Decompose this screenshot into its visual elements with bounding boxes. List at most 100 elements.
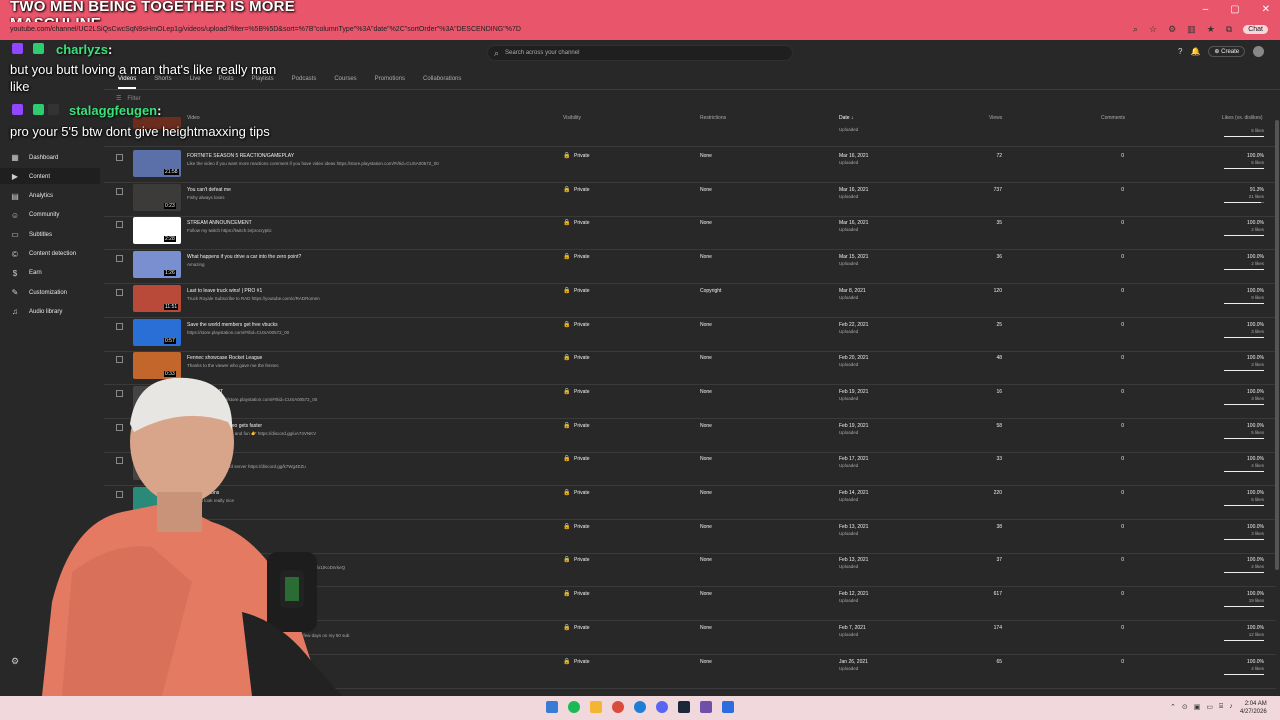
- visibility-value[interactable]: Private: [574, 423, 590, 429]
- create-button[interactable]: ⊕ Create: [1208, 46, 1246, 57]
- visibility-value[interactable]: Private: [574, 288, 590, 294]
- visibility-value[interactable]: Private: [574, 456, 590, 462]
- row-checkbox[interactable]: [116, 187, 123, 195]
- obs-icon[interactable]: [612, 701, 624, 713]
- likes-percent: 100.0%: [1247, 422, 1264, 429]
- chat-username-2: stalaggfeugen:: [69, 103, 162, 118]
- restrictions-value: None: [700, 321, 712, 328]
- sidebar-item-community[interactable]: ☺ Community: [10, 211, 59, 220]
- windows-start-icon[interactable]: [546, 701, 558, 713]
- visibility-value[interactable]: Private: [574, 220, 590, 226]
- collections-icon[interactable]: ⧉: [1226, 24, 1232, 35]
- row-checkbox[interactable]: [116, 221, 123, 229]
- zoom-icon[interactable]: ⌕: [1133, 24, 1138, 35]
- row-checkbox[interactable]: [116, 322, 123, 330]
- video-duration: 0:57: [164, 337, 176, 344]
- settings-gear-icon[interactable]: ⚙: [11, 656, 19, 667]
- visibility-value[interactable]: Private: [574, 187, 590, 193]
- likes-percent: 100.0%: [1247, 254, 1264, 261]
- clock[interactable]: 2:04 AM 4/27/2026: [1240, 700, 1267, 716]
- bell-icon[interactable]: 🔔: [1190, 47, 1200, 56]
- visibility-value[interactable]: Private: [574, 490, 590, 496]
- table-row[interactable]: 21:58 FORTNITE SEASON 5 REACTION/GAMEPLAY…: [104, 149, 1276, 183]
- sidebar-item-analytics[interactable]: ▤ Analytics: [10, 192, 53, 201]
- sidebar-item-audio-library[interactable]: ♫ Audio library: [10, 307, 62, 316]
- scrollbar[interactable]: [1275, 120, 1279, 570]
- row-checkbox[interactable]: [116, 154, 123, 161]
- edge-icon[interactable]: [634, 701, 646, 713]
- network-icon[interactable]: ⌸: [1219, 703, 1223, 711]
- video-title[interactable]: Fennec showcase Rocket League: [187, 355, 262, 361]
- favorites-icon[interactable]: ★: [1207, 24, 1215, 35]
- visual-studio-icon[interactable]: [700, 701, 712, 713]
- table-row[interactable]: 11:51 Last to leave truck wins! | PRO #1 T…: [104, 284, 1276, 318]
- like-ratio-fill: [1224, 269, 1264, 271]
- sidebar-icon: ☺: [10, 210, 20, 220]
- steam-icon[interactable]: [678, 701, 690, 713]
- display-icon[interactable]: ▭: [1206, 703, 1213, 711]
- row-checkbox[interactable]: [116, 288, 123, 296]
- likes-percent: 100.0%: [1247, 523, 1264, 530]
- filter-bar[interactable]: ☰ Filter: [116, 95, 141, 103]
- row-likes-count: 5 likes: [1251, 497, 1264, 502]
- app-icon[interactable]: [722, 701, 734, 713]
- row-likes-count: 19 likes: [1248, 598, 1264, 604]
- table-row-partial[interactable]: Uploaded 5 likes: [104, 117, 1276, 147]
- row-checkbox[interactable]: [116, 356, 123, 364]
- mic-icon[interactable]: ⊙: [1182, 703, 1188, 711]
- visibility-value[interactable]: Private: [574, 625, 590, 631]
- tab-collaborations[interactable]: Collaborations: [423, 76, 461, 89]
- row-likes-count: 4 likes: [1251, 665, 1264, 671]
- volume-icon[interactable]: ♪: [1229, 703, 1233, 711]
- chevron-up-icon[interactable]: ⌃: [1170, 703, 1176, 711]
- visibility-value[interactable]: Private: [574, 389, 590, 395]
- help-icon[interactable]: ?: [1178, 47, 1182, 56]
- sidebar-item-label: Dashboard: [29, 154, 59, 161]
- sidebar-item-subtitles[interactable]: ▭ Subtitles: [10, 230, 52, 239]
- split-icon[interactable]: ▥: [1187, 24, 1196, 35]
- sidebar-item-content[interactable]: ▶ Content: [10, 172, 50, 181]
- search-input[interactable]: ⌕ Search across your channel: [487, 45, 793, 61]
- avatar[interactable]: [1253, 46, 1265, 57]
- extensions-icon[interactable]: ⚙: [1168, 24, 1176, 35]
- file-explorer-icon[interactable]: [590, 701, 602, 713]
- sidebar-item-earn[interactable]: $ Earn: [10, 269, 42, 278]
- tab-courses[interactable]: Courses: [334, 76, 356, 89]
- video-title[interactable]: Save the world members get free vbucks: [187, 322, 278, 328]
- video-title[interactable]: FORTNITE SEASON 5 REACTION/GAMEPLAY: [187, 153, 294, 159]
- visibility-value[interactable]: Private: [574, 355, 590, 361]
- spotify-icon[interactable]: [568, 701, 580, 713]
- table-row[interactable]: 2:28 STREAM ANNOUNCEMENT Follow my twitch …: [104, 216, 1276, 251]
- like-ratio-fill: [1224, 538, 1264, 540]
- star-icon[interactable]: ☆: [1149, 24, 1157, 35]
- visibility-value[interactable]: Private: [574, 322, 590, 328]
- video-title[interactable]: STREAM ANNOUNCEMENT: [187, 220, 252, 226]
- visibility-value[interactable]: Private: [574, 254, 590, 260]
- table-row[interactable]: 0:57 Save the world members get free vbuc…: [104, 318, 1276, 352]
- discord-icon[interactable]: [656, 701, 668, 713]
- sidebar-item-dashboard[interactable]: ▦ Dashboard: [10, 153, 58, 162]
- visibility-value[interactable]: Private: [574, 524, 590, 530]
- maximize-button[interactable]: ▢: [1230, 4, 1239, 15]
- sidebar-item-content-detection[interactable]: © Content detection: [10, 250, 76, 259]
- tab-podcasts[interactable]: Podcasts: [292, 76, 317, 89]
- video-title[interactable]: What happens if you drive a car into the…: [187, 254, 301, 260]
- restrictions-value: None: [700, 153, 712, 159]
- row-checkbox[interactable]: [116, 255, 123, 263]
- video-title[interactable]: You can't defeat me: [187, 187, 231, 193]
- url-text[interactable]: youtube.com/channel/UC2LSiQsCwcSqN9sHmOL…: [10, 26, 521, 33]
- visibility-value[interactable]: Private: [574, 557, 590, 563]
- close-button[interactable]: ✕: [1262, 4, 1270, 15]
- video-title[interactable]: Last to leave truck wins! | PRO #1: [187, 288, 262, 294]
- tab-promotions[interactable]: Promotions: [375, 76, 405, 89]
- visibility-value[interactable]: Private: [574, 591, 590, 597]
- visibility-value[interactable]: Private: [574, 153, 590, 159]
- table-row[interactable]: 1:26 What happens if you drive a car into…: [104, 250, 1276, 285]
- table-row[interactable]: 0:23 You can't defeat me Fishy always lose…: [104, 183, 1276, 217]
- sidebar-item-customization[interactable]: ✎ Customization: [10, 288, 67, 297]
- app-tray-icon[interactable]: ▣: [1194, 703, 1201, 711]
- comments-value: 0: [1121, 658, 1124, 665]
- minimize-button[interactable]: –: [1203, 4, 1209, 15]
- chat-button[interactable]: Chat: [1243, 25, 1268, 34]
- visibility-value[interactable]: Private: [574, 659, 590, 665]
